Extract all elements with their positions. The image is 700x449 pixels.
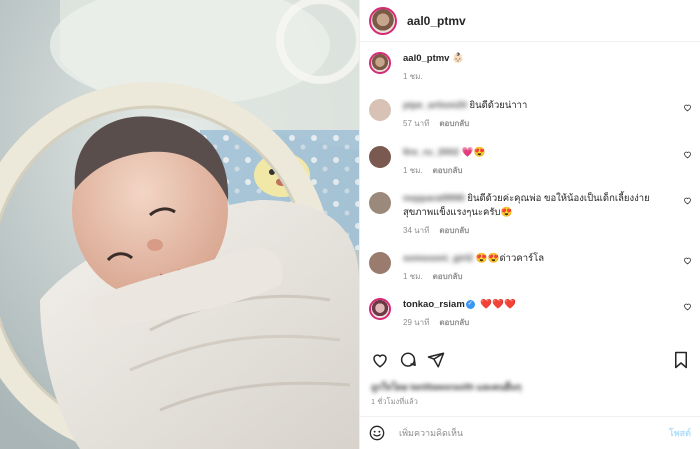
comment-row: somsooni_girl2 😍😍ด่าวคาร์โล 1 ชม. ตอบกลับ [369,252,692,283]
send-icon[interactable] [427,351,445,369]
comment-time: 1 ชม. [403,272,423,281]
reply-button[interactable]: ตอบกลับ [439,318,469,327]
comment-username[interactable]: somsooni_girl2 [403,253,473,264]
comment-like-heart-icon[interactable] [683,103,692,112]
caption-avatar[interactable] [369,52,391,74]
comment-meta: 34 นาที ตอบกลับ [403,224,674,237]
caption-text-line: aal0_ptmv 👶🏻 [403,52,692,66]
comment-avatar[interactable] [369,192,391,214]
comment-like-heart-icon[interactable] [683,150,692,159]
verified-badge-icon: ✓ [465,299,475,309]
comment-time: 29 นาที [403,318,430,327]
comment-avatar[interactable] [369,99,391,121]
comment-meta: 57 นาที ตอบกลับ [403,117,692,130]
comment-avatar[interactable] [369,298,391,320]
comment-meta: 1 ชม. ตอบกลับ [403,164,692,177]
smiley-icon[interactable] [369,425,385,441]
comment-text: ❤️❤️❤️ [480,299,516,310]
comment-username[interactable]: fire_ru_2002 [403,147,459,158]
reply-button[interactable]: ตอบกลับ [433,166,463,175]
comment-like-heart-icon[interactable] [683,256,692,265]
reply-button[interactable]: ตอบกลับ [439,119,469,128]
comment-time: 57 นาที [403,119,430,128]
comment-time: 34 นาที [403,226,430,235]
post-side-panel: aal0_ptmv aal0_ptmv 👶🏻 1 ชม. pipe_artism… [359,0,700,449]
reply-button[interactable]: ตอบกลับ [439,226,469,235]
post-header: aal0_ptmv [360,0,700,42]
heart-icon[interactable] [371,351,389,369]
comment-text: ยินดีด้วยน่าาา [469,100,528,111]
comment-row: fire_ru_2002 💗😍 1 ชม. ตอบกลับ [369,146,692,177]
likes-summary[interactable]: ถูกใจโดย tanittaworasith และคนอื่นๆ [371,380,521,394]
caption-time: 1 ชม. [403,72,423,81]
author-username[interactable]: aal0_ptmv [407,14,466,28]
comment-like-heart-icon[interactable] [683,196,692,205]
comment-input[interactable] [397,427,669,439]
comment-meta: 29 นาที ตอบกลับ [403,316,692,329]
comment-avatar[interactable] [369,146,391,168]
comments-list: aal0_ptmv 👶🏻 1 ชม. pipe_artism20 ยินดีด้… [360,42,700,338]
caption-text: 👶🏻 [452,53,464,64]
comment-text-line: tonkao_rsiam ✓ ❤️❤️❤️ [403,298,692,312]
comment-username[interactable]: nopparat9990 [403,193,465,204]
comment-avatar[interactable] [369,252,391,274]
comment-row: nopparat9990 ยินดีด้วยค่ะคุณพ่อ ขอให้น้อ… [369,192,692,237]
comment-meta: 1 ชม. ตอบกลับ [403,270,692,283]
caption-row: aal0_ptmv 👶🏻 1 ชม. [369,52,692,83]
action-bar [369,347,691,375]
instagram-post: aal0_ptmv aal0_ptmv 👶🏻 1 ชม. pipe_artism… [0,0,700,449]
post-timestamp[interactable]: 1 ชั่วโมงที่แล้ว [371,396,418,408]
comment-like-heart-icon[interactable] [683,302,692,311]
comment-row: tonkao_rsiam ✓ ❤️❤️❤️ 29 นาที ตอบกลับ [369,298,692,329]
comment-row: pipe_artism20 ยินดีด้วยน่าาา 57 นาที ตอบก… [369,99,692,130]
caption-meta: 1 ชม. [403,70,692,83]
post-comment-button[interactable]: โพสต์ [669,426,691,440]
comment-username[interactable]: pipe_artism20 [403,100,467,111]
author-avatar[interactable] [369,6,397,35]
comment-text: 💗😍 [461,147,486,158]
bookmark-icon[interactable] [673,351,689,369]
comment-text-line: nopparat9990 ยินดีด้วยค่ะคุณพ่อ ขอให้น้อ… [403,192,674,220]
caption-username[interactable]: aal0_ptmv [403,53,449,64]
comment-text-line: somsooni_girl2 😍😍ด่าวคาร์โล [403,252,692,266]
post-image[interactable] [0,0,359,449]
comment-icon[interactable] [399,351,417,369]
comment-text: 😍😍ด่าวคาร์โล [475,253,545,264]
comment-time: 1 ชม. [403,166,423,175]
comment-composer: โพสต์ [360,416,700,449]
comment-text-line: fire_ru_2002 💗😍 [403,146,692,160]
comment-text-line: pipe_artism20 ยินดีด้วยน่าาา [403,99,692,113]
comment-username[interactable]: tonkao_rsiam [403,299,465,310]
reply-button[interactable]: ตอบกลับ [433,272,463,281]
